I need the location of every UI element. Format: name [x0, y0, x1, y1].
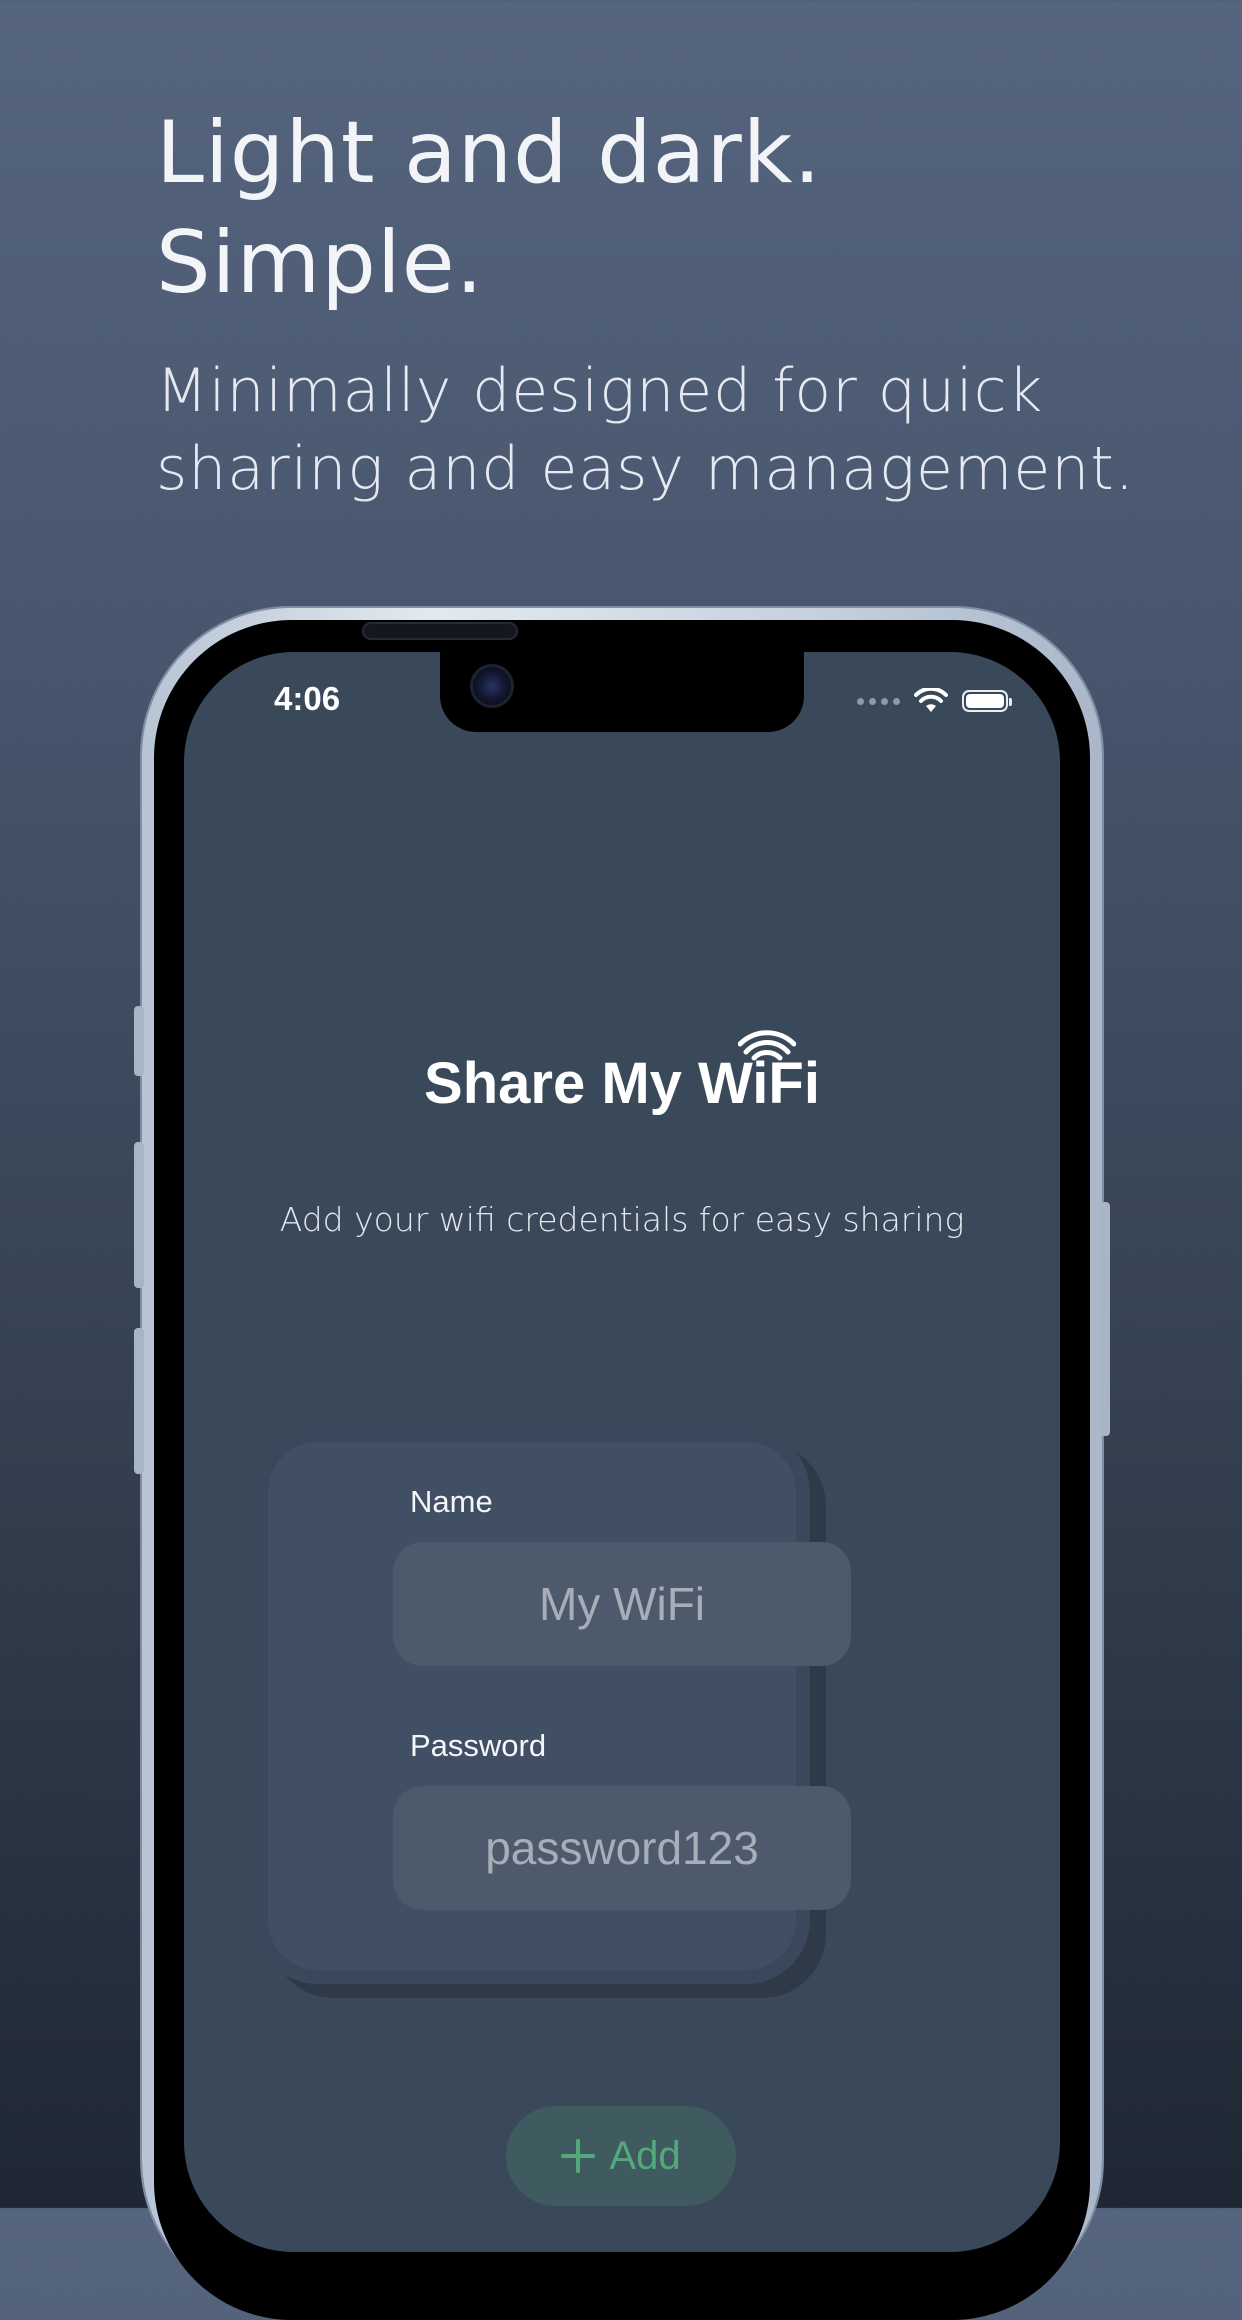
camera-icon	[470, 664, 514, 708]
phone-volume-down-button	[134, 1328, 144, 1474]
phone-speaker	[362, 622, 518, 640]
phone-power-button	[1100, 1202, 1110, 1436]
status-icons	[857, 688, 1012, 714]
phone-screen: 4:06 Share My WiFi Add your wifi credent…	[184, 652, 1060, 2252]
phone-silent-switch	[134, 1006, 144, 1076]
signal-dots-icon	[857, 697, 900, 705]
add-button[interactable]: Add	[506, 2106, 736, 2206]
promo-headline: Light and dark. Simple.	[156, 98, 822, 318]
battery-icon	[962, 690, 1012, 712]
app-subtitle: Add your wifi credentials for easy shari…	[279, 1200, 965, 1239]
promo-subhead: Minimally designed for quick sharing and…	[156, 352, 1135, 508]
plus-icon	[561, 2139, 596, 2173]
title-wifi-icon	[738, 1030, 796, 1061]
app-title: Share My WiFi	[424, 1051, 820, 1116]
add-button-label: Add	[609, 2133, 681, 2178]
subhead-line-1: Minimally designed for quick	[156, 356, 1044, 426]
wifi-icon	[914, 688, 948, 712]
phone-volume-up-button	[134, 1142, 144, 1288]
password-input[interactable]	[393, 1786, 851, 1910]
password-label: Password	[410, 1728, 547, 1763]
status-time: 4:06	[274, 680, 341, 717]
headline-line-2: Simple.	[156, 213, 484, 313]
headline-line-1: Light and dark.	[156, 103, 822, 203]
subhead-line-2: sharing and easy management.	[156, 434, 1135, 504]
name-label: Name	[410, 1484, 493, 1519]
name-input[interactable]	[393, 1542, 851, 1666]
